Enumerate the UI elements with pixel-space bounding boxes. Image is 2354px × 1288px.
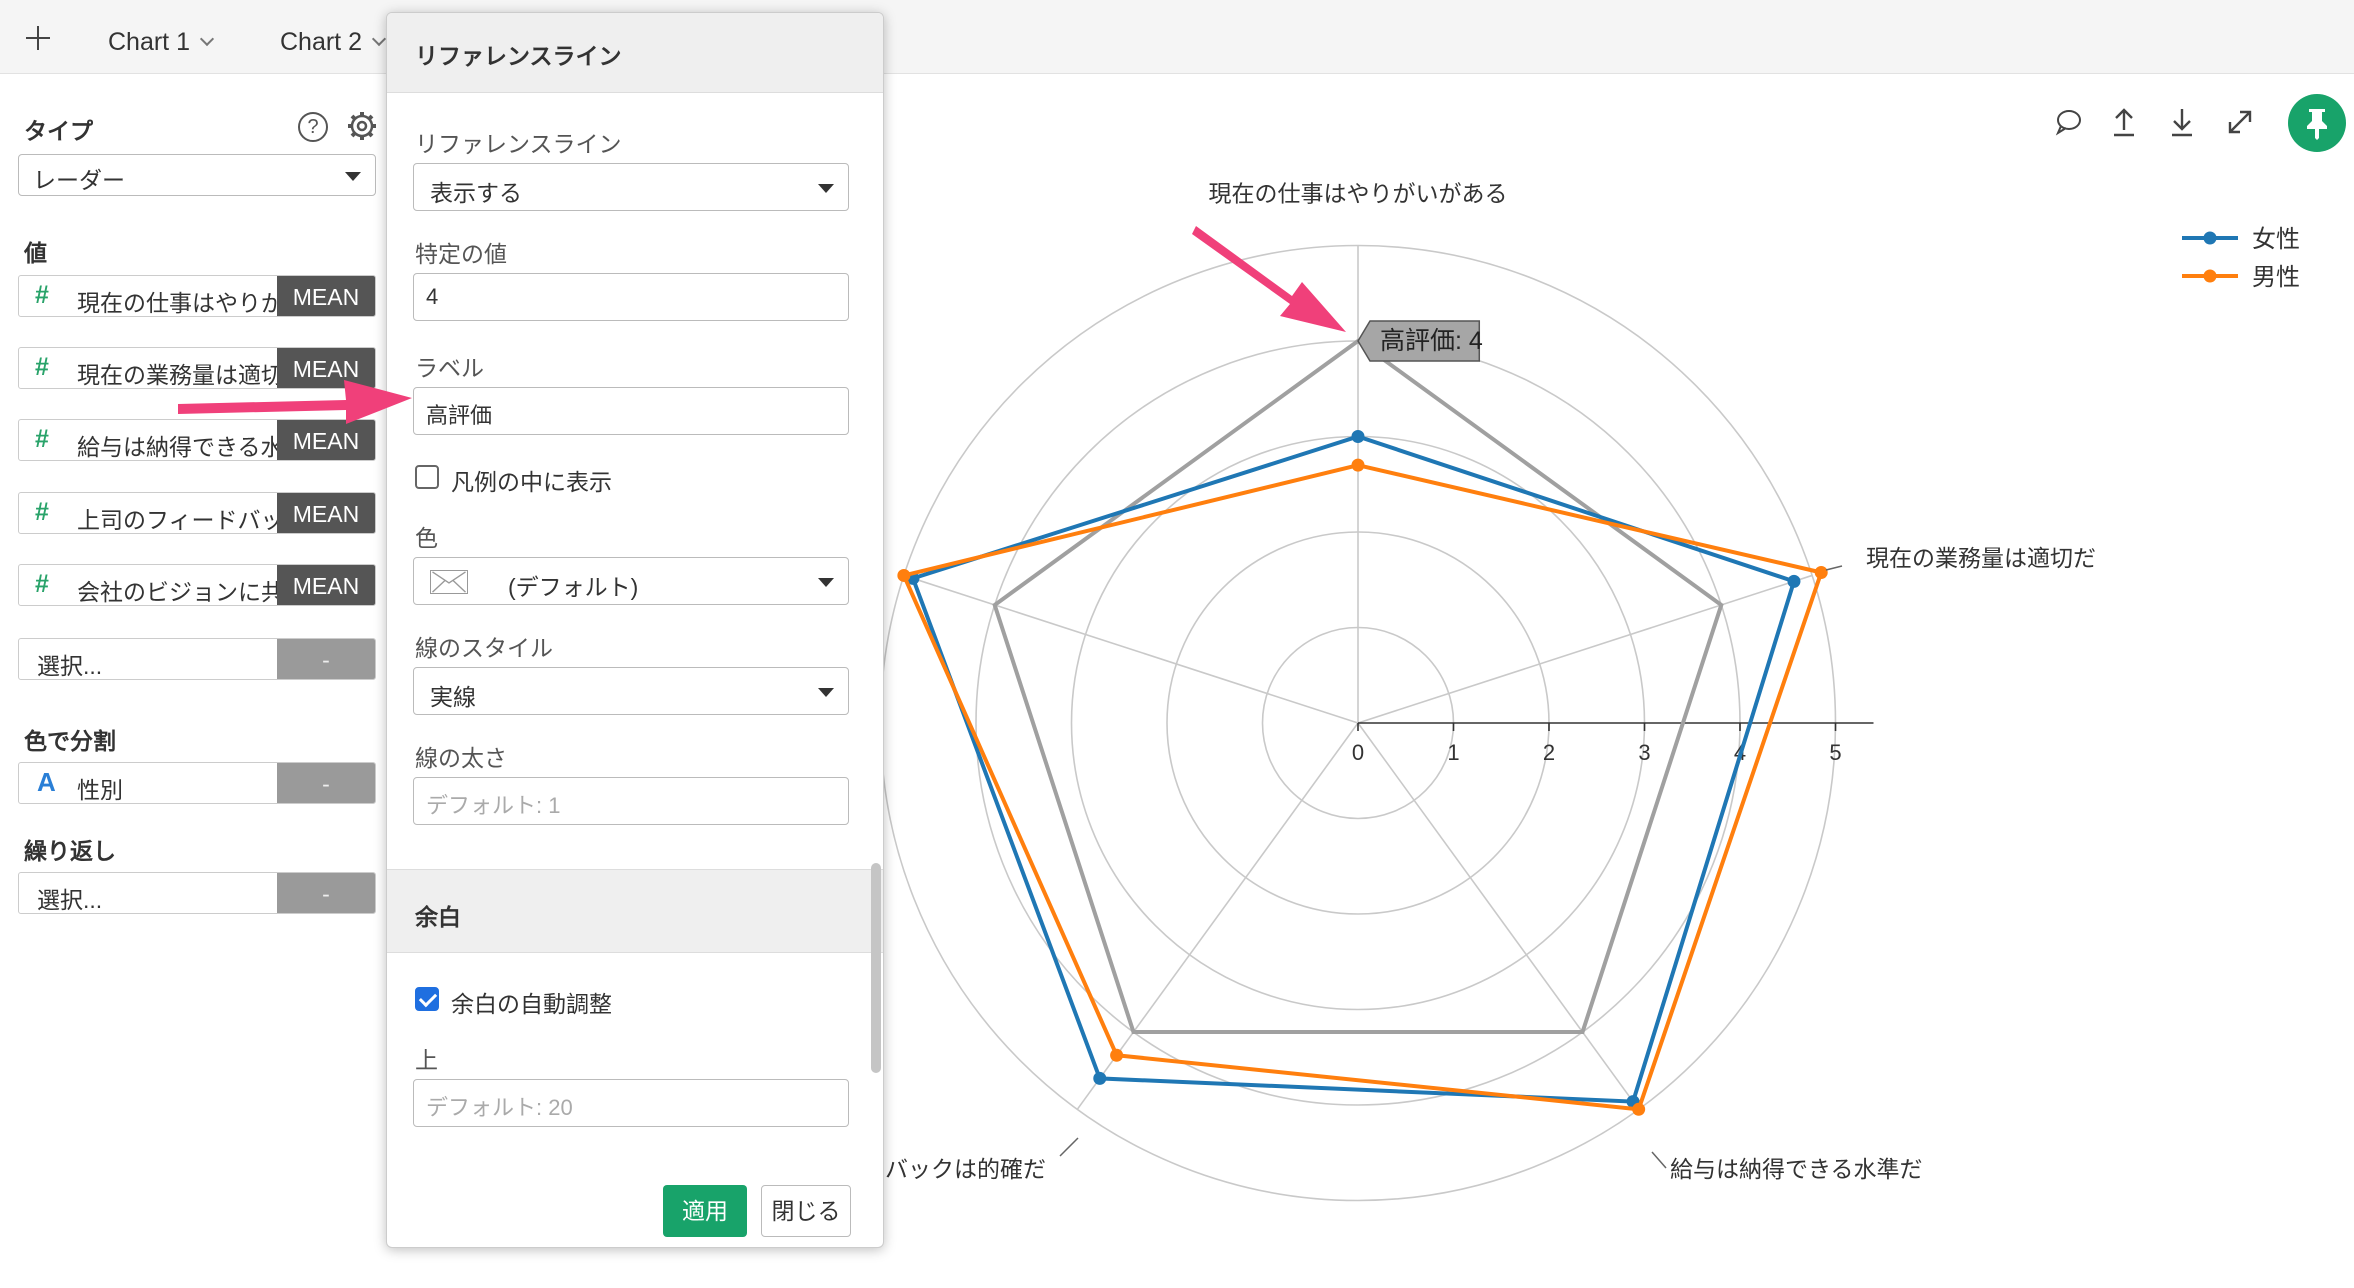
- pink-arrow-to-reference-label: [1192, 226, 1346, 332]
- annotation-layer: [178, 226, 1346, 424]
- pink-arrow-to-label-input: [178, 380, 412, 424]
